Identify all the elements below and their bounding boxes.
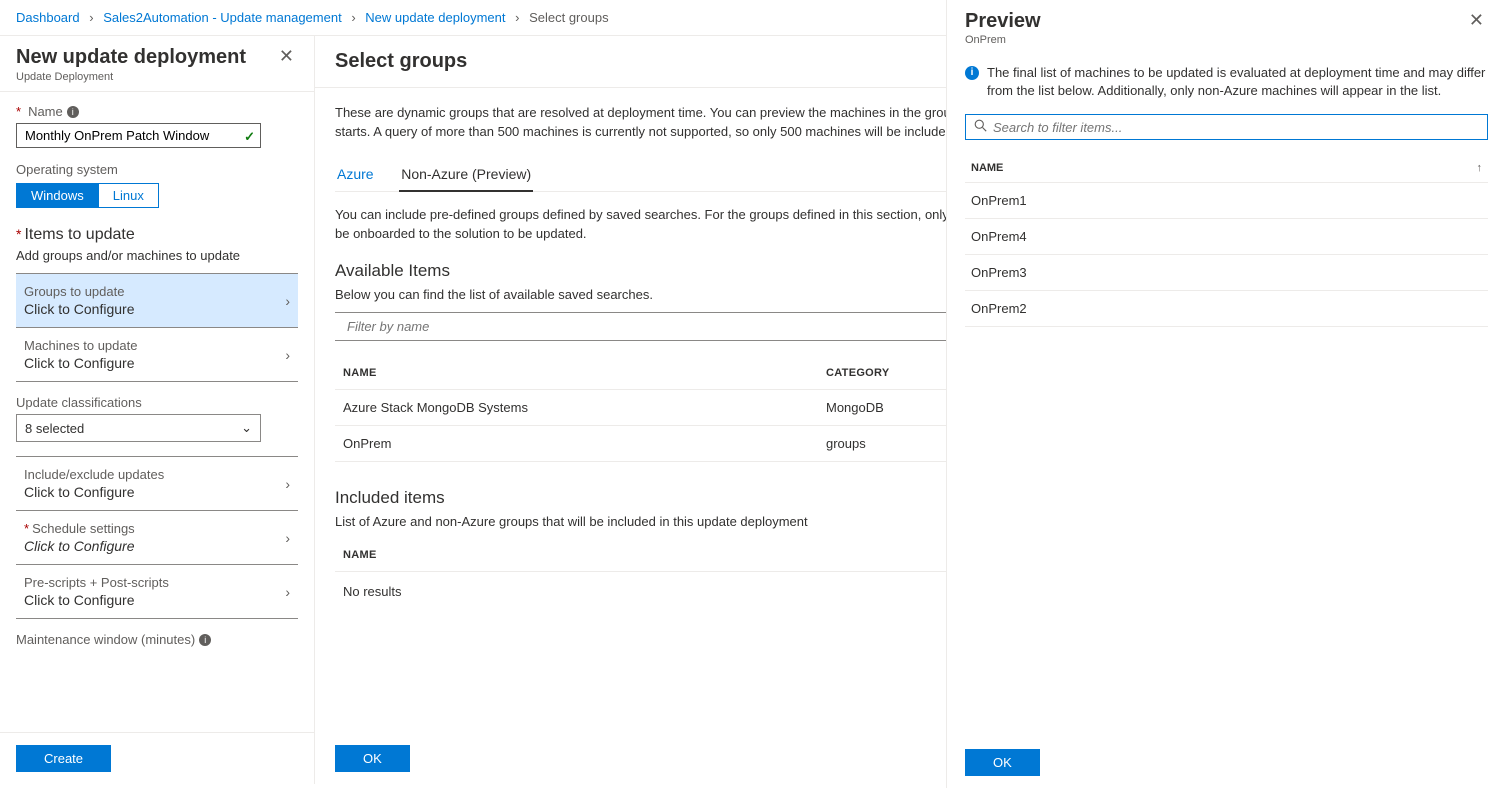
chevron-right-icon: › <box>285 476 290 492</box>
info-icon[interactable]: i <box>67 106 79 118</box>
chevron-right-icon: › <box>285 584 290 600</box>
list-item[interactable]: OnPrem2 <box>965 291 1488 327</box>
ok-button[interactable]: OK <box>965 749 1040 776</box>
panel-subtitle: Update Deployment <box>16 71 246 83</box>
groups-to-update-row[interactable]: Groups to update Click to Configure › <box>16 273 298 328</box>
update-classifications-select[interactable]: 8 selected ⌄ <box>16 414 261 442</box>
info-icon[interactable]: i <box>199 634 211 646</box>
maintenance-window-label: Maintenance window (minutes) i <box>16 632 298 647</box>
close-icon[interactable]: ✕ <box>275 46 298 67</box>
col-name[interactable]: NAME <box>335 357 818 390</box>
chevron-right-icon: › <box>285 293 290 309</box>
os-linux-button[interactable]: Linux <box>98 183 159 208</box>
machines-to-update-row[interactable]: Machines to update Click to Configure › <box>16 327 298 382</box>
ok-button[interactable]: OK <box>335 745 410 772</box>
items-to-update-heading: *Items to update <box>16 226 298 244</box>
schedule-settings-row[interactable]: *Schedule settings Click to Configure › <box>16 510 298 565</box>
chevron-right-icon: › <box>351 10 355 25</box>
preview-subtitle: OnPrem <box>965 34 1041 46</box>
chevron-right-icon: › <box>515 10 519 25</box>
check-icon: ✓ <box>244 129 255 145</box>
breadcrumb-link[interactable]: Sales2Automation - Update management <box>103 10 341 25</box>
sort-arrow-icon: ↑ <box>1477 162 1483 174</box>
info-bar: i The final list of machines to be updat… <box>965 64 1488 100</box>
chevron-right-icon: › <box>285 530 290 546</box>
os-label: Operating system <box>16 162 298 177</box>
name-label: *Name i <box>16 104 298 119</box>
preview-col-header[interactable]: NAME ↑ <box>965 154 1488 183</box>
os-toggle: Windows Linux <box>16 183 298 208</box>
include-exclude-updates-row[interactable]: Include/exclude updates Click to Configu… <box>16 456 298 511</box>
col-name[interactable]: NAME <box>335 539 968 572</box>
breadcrumb-current: Select groups <box>529 10 609 25</box>
preview-title: Preview <box>965 10 1041 33</box>
breadcrumb-link[interactable]: New update deployment <box>365 10 505 25</box>
preview-panel: Preview OnPrem ✕ i The final list of mac… <box>946 0 1506 788</box>
list-item[interactable]: OnPrem1 <box>965 183 1488 219</box>
close-icon[interactable]: ✕ <box>1465 10 1488 31</box>
tab-non-azure[interactable]: Non-Azure (Preview) <box>399 160 533 192</box>
info-text: The final list of machines to be updated… <box>987 64 1488 100</box>
search-input[interactable] <box>993 120 1479 135</box>
items-to-update-sub: Add groups and/or machines to update <box>16 248 298 263</box>
list-item[interactable]: OnPrem4 <box>965 219 1488 255</box>
list-item[interactable]: OnPrem3 <box>965 255 1488 291</box>
chevron-right-icon: › <box>285 347 290 363</box>
os-windows-button[interactable]: Windows <box>16 183 98 208</box>
update-classifications-label: Update classifications <box>16 395 298 410</box>
pre-post-scripts-row[interactable]: Pre-scripts + Post-scripts Click to Conf… <box>16 564 298 619</box>
search-icon <box>974 119 987 135</box>
create-button[interactable]: Create <box>16 745 111 772</box>
panel-title: New update deployment <box>16 46 246 69</box>
search-input-wrap[interactable] <box>965 114 1488 140</box>
chevron-down-icon: ⌄ <box>241 420 252 436</box>
breadcrumb-link[interactable]: Dashboard <box>16 10 80 25</box>
name-input[interactable] <box>16 123 261 148</box>
info-icon: i <box>965 66 979 80</box>
new-update-deployment-panel: New update deployment Update Deployment … <box>0 36 315 784</box>
chevron-right-icon: › <box>89 10 93 25</box>
tab-azure[interactable]: Azure <box>335 160 376 190</box>
